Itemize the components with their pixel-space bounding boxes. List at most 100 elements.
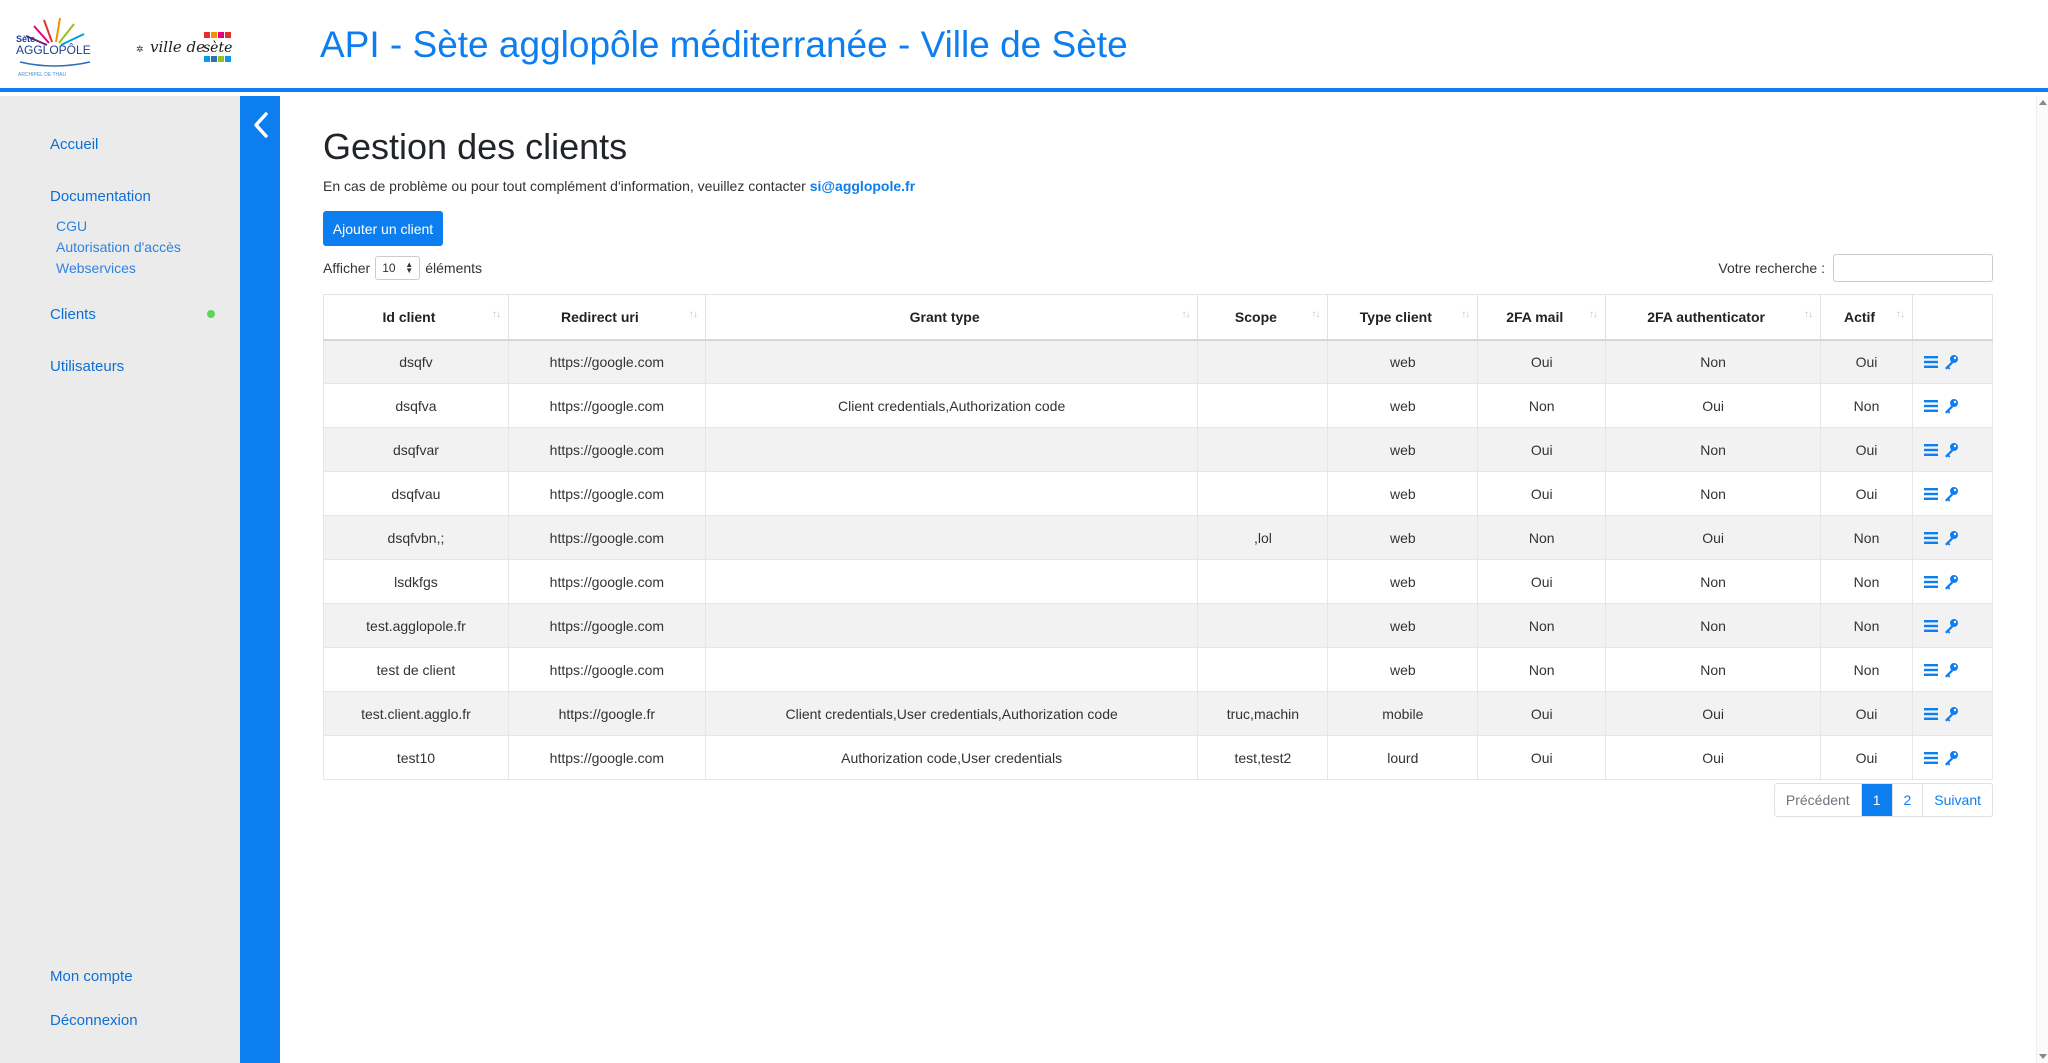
page-length-select[interactable]: 10 ▲ ▼ (375, 256, 421, 280)
cell-grant-type (704, 559, 1199, 604)
list-icon[interactable] (1923, 618, 1939, 634)
key-icon[interactable] (1943, 574, 1959, 590)
page-scrollbar[interactable] (2036, 96, 2048, 1063)
col-header-redirect-uri[interactable]: Redirect uri ↑↓ (507, 294, 706, 341)
key-icon[interactable] (1943, 750, 1959, 766)
sidebar-item-clients[interactable]: Clients (50, 306, 96, 323)
ville-de-sete-logo[interactable]: ✲ ville de sète (136, 30, 240, 66)
sidebar-item-documentation[interactable]: Documentation (50, 188, 151, 205)
scroll-up-arrow-icon[interactable] (2039, 100, 2047, 105)
cell-scope (1197, 603, 1329, 648)
key-icon[interactable] (1943, 354, 1959, 370)
cell-2fa-authenticator: Oui (1605, 691, 1822, 736)
sidebar-subitem-webservices[interactable]: Webservices (56, 260, 136, 276)
cell-scope (1197, 427, 1329, 472)
list-icon[interactable] (1923, 398, 1939, 414)
sidebar-item-utilisateurs[interactable]: Utilisateurs (50, 358, 124, 375)
cell-redirect-uri: https://google.com (507, 427, 706, 472)
list-icon[interactable] (1923, 530, 1939, 546)
col-header-id-client[interactable]: Id client ↑↓ (323, 294, 509, 341)
cell-type-client: web (1327, 471, 1479, 516)
cell-2fa-mail: Oui (1477, 471, 1607, 516)
key-icon[interactable] (1943, 662, 1959, 678)
svg-text:AGGLOPÔLE: AGGLOPÔLE (16, 42, 91, 57)
cell-type-client: lourd (1327, 735, 1479, 780)
search-label: Votre recherche : (1718, 260, 1825, 276)
page-title: Gestion des clients (323, 126, 628, 167)
cell-redirect-uri: https://google.com (507, 339, 706, 384)
list-icon[interactable] (1923, 486, 1939, 502)
table-row: test.client.agglo.fr https://google.fr Cli… (323, 691, 1994, 736)
cell-grant-type (704, 339, 1199, 384)
key-icon[interactable] (1943, 706, 1959, 722)
col-header-scope[interactable]: Scope ↑↓ (1197, 294, 1329, 341)
col-header-label: Redirect uri (560, 308, 639, 325)
pagination-page-2[interactable]: 2 (1891, 784, 1923, 816)
scroll-down-arrow-icon[interactable] (2039, 1054, 2047, 1059)
list-icon[interactable] (1923, 574, 1939, 590)
cell-actions (1911, 735, 1994, 780)
search-input[interactable] (1833, 254, 1993, 282)
pagination-next[interactable]: Suivant (1922, 784, 1992, 816)
cell-type-client: web (1327, 603, 1479, 648)
cell-actif: Oui (1820, 735, 1913, 780)
cell-2fa-authenticator: Non (1605, 427, 1822, 472)
list-icon[interactable] (1923, 706, 1939, 722)
key-icon[interactable] (1943, 618, 1959, 634)
col-header-2fa-mail[interactable]: 2FA mail ↑↓ (1477, 294, 1607, 341)
cell-2fa-authenticator: Oui (1605, 515, 1822, 560)
col-header-type-client[interactable]: Type client ↑↓ (1327, 294, 1479, 341)
contact-email-link[interactable]: si@agglopole.fr (810, 178, 915, 194)
list-icon[interactable] (1923, 442, 1939, 458)
sidebar-subitem-autorisation[interactable]: Autorisation d'accès (56, 239, 181, 255)
key-icon[interactable] (1943, 398, 1959, 414)
cell-actif: Non (1820, 515, 1913, 560)
list-icon[interactable] (1923, 354, 1939, 370)
cell-type-client: mobile (1327, 691, 1479, 736)
agglopole-logo[interactable]: Sète AGGLOPÔLE ARCHIPEL DE THAU (14, 12, 96, 80)
sidebar-item-accueil[interactable]: Accueil (50, 136, 98, 153)
cell-type-client: web (1327, 515, 1479, 560)
cell-actif: Oui (1820, 471, 1913, 516)
cell-grant-type (704, 647, 1199, 692)
cell-grant-type (704, 471, 1199, 516)
cell-id-client: lsdkfgs (323, 559, 509, 604)
cell-2fa-mail: Oui (1477, 427, 1607, 472)
cell-2fa-authenticator: Oui (1605, 383, 1822, 428)
pagination-page-1[interactable]: 1 (1860, 784, 1892, 816)
cell-scope (1197, 647, 1329, 692)
col-header-2fa-authenticator[interactable]: 2FA authenticator ↑↓ (1605, 294, 1822, 341)
col-header-label: Scope (1234, 308, 1277, 325)
add-client-button[interactable]: Ajouter un client (323, 211, 443, 246)
list-icon[interactable] (1923, 662, 1939, 678)
cell-actions (1911, 515, 1994, 560)
show-label: Afficher (323, 260, 371, 276)
col-header-grant-type[interactable]: Grant type ↑↓ (704, 294, 1199, 341)
sidebar-item-mon-compte[interactable]: Mon compte (50, 968, 133, 985)
cell-id-client: dsqfv (323, 339, 509, 384)
cell-2fa-mail: Oui (1477, 559, 1607, 604)
key-icon[interactable] (1943, 530, 1959, 546)
key-icon[interactable] (1943, 442, 1959, 458)
cell-actif: Non (1820, 647, 1913, 692)
pagination-previous[interactable]: Précédent (1775, 784, 1861, 816)
col-header-label: Id client (382, 308, 436, 325)
sidebar-item-deconnexion[interactable]: Déconnexion (50, 1012, 138, 1029)
cell-grant-type: Authorization code,User credentials (704, 735, 1199, 780)
col-header-actif[interactable]: Actif ↑↓ (1820, 294, 1913, 341)
svg-text:ARCHIPEL DE THAU: ARCHIPEL DE THAU (18, 72, 66, 78)
cell-actif: Non (1820, 559, 1913, 604)
app-header: Sète AGGLOPÔLE ARCHIPEL DE THAU ✲ ville … (0, 0, 2048, 92)
cell-2fa-mail: Non (1477, 603, 1607, 648)
cell-2fa-mail: Oui (1477, 691, 1607, 736)
cell-type-client: web (1327, 383, 1479, 428)
cell-scope: truc,machin (1197, 691, 1329, 736)
table-row: dsqfvau https://google.com web Oui Non Oui (323, 471, 1994, 516)
cell-id-client: test10 (323, 735, 509, 780)
key-icon[interactable] (1943, 486, 1959, 502)
table-row: test10 https://google.com Authorization co… (323, 735, 1994, 780)
sidebar-subitem-cgu[interactable]: CGU (56, 218, 87, 234)
col-header-label: Type client (1359, 308, 1432, 325)
list-icon[interactable] (1923, 750, 1939, 766)
chevron-left-icon[interactable] (250, 110, 272, 140)
